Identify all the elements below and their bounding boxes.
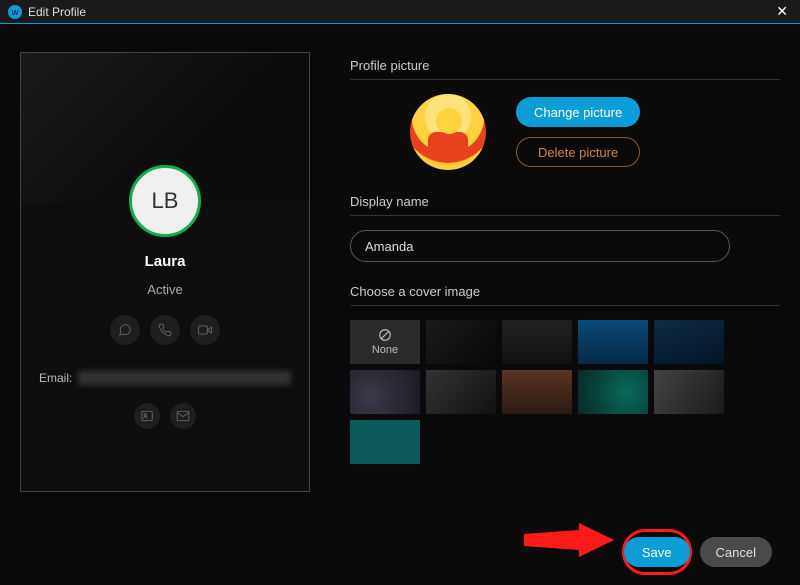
change-picture-button[interactable]: Change picture xyxy=(516,97,640,127)
cancel-button[interactable]: Cancel xyxy=(700,537,772,567)
cover-option[interactable] xyxy=(502,370,572,414)
cover-image-block: Choose a cover image None xyxy=(350,284,780,464)
contact-icon-row xyxy=(21,315,309,345)
section-profile-picture-label: Profile picture xyxy=(350,58,780,73)
video-icon[interactable] xyxy=(190,315,220,345)
display-name-block: Display name xyxy=(350,194,780,262)
app-icon: w xyxy=(8,5,22,19)
cover-option[interactable] xyxy=(426,370,496,414)
avatar: LB xyxy=(129,165,201,237)
cover-option[interactable] xyxy=(426,320,496,364)
profile-picture-row: Change picture Delete picture xyxy=(410,94,780,170)
cover-option[interactable] xyxy=(654,370,724,414)
profile-preview-card: LB Laura Active Email: xyxy=(20,52,310,492)
contact-card-icon[interactable] xyxy=(134,403,160,429)
profile-status: Active xyxy=(21,282,309,297)
section-display-name-label: Display name xyxy=(350,194,780,209)
window-title: Edit Profile xyxy=(28,5,86,19)
cover-option[interactable] xyxy=(654,320,724,364)
settings-panel: Profile picture Change picture Delete pi… xyxy=(350,52,780,492)
phone-icon[interactable] xyxy=(150,315,180,345)
email-row: Email: xyxy=(21,371,309,385)
email-label: Email: xyxy=(39,371,72,385)
picture-buttons: Change picture Delete picture xyxy=(516,97,640,167)
close-icon[interactable]: ✕ xyxy=(772,3,792,20)
cover-image-grid: None xyxy=(350,320,730,464)
titlebar: w Edit Profile ✕ xyxy=(0,0,800,24)
delete-picture-button[interactable]: Delete picture xyxy=(516,137,640,167)
display-name-input[interactable] xyxy=(350,230,730,262)
mail-icon[interactable] xyxy=(170,403,196,429)
divider xyxy=(350,79,780,80)
arrow-annotation xyxy=(524,520,614,565)
cover-option-none[interactable]: None xyxy=(350,320,420,364)
cover-option[interactable] xyxy=(350,370,420,414)
chat-icon[interactable] xyxy=(110,315,140,345)
divider xyxy=(350,305,780,306)
section-cover-image-label: Choose a cover image xyxy=(350,284,780,299)
divider xyxy=(350,215,780,216)
profile-picture-preview xyxy=(410,94,486,170)
secondary-icon-row xyxy=(21,403,309,429)
content-area: LB Laura Active Email: xyxy=(0,24,800,492)
profile-name: Laura xyxy=(21,253,309,270)
none-icon xyxy=(378,328,392,342)
cover-option[interactable] xyxy=(578,370,648,414)
cover-option[interactable] xyxy=(350,420,420,464)
cover-option[interactable] xyxy=(578,320,648,364)
cover-option[interactable] xyxy=(502,320,572,364)
cover-none-label: None xyxy=(372,344,398,356)
email-value-blurred xyxy=(78,371,291,385)
footer-buttons: Save Cancel xyxy=(624,537,772,567)
avatar-initials: LB xyxy=(152,188,179,214)
save-button[interactable]: Save xyxy=(624,537,690,567)
